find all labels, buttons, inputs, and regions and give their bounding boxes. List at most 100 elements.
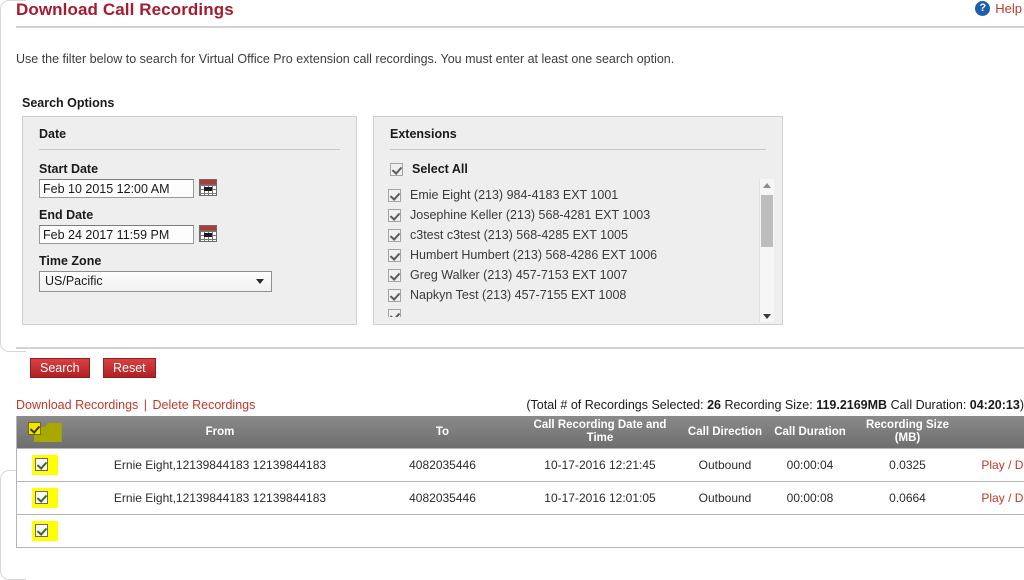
cell-datetime: [518, 515, 683, 548]
cell-actions[interactable]: [963, 515, 1024, 548]
cell-actions[interactable]: Play / Download: [963, 482, 1024, 515]
cell-from: Ernie Eight,12139844183 12139844183: [73, 482, 368, 515]
list-item[interactable]: [388, 305, 766, 317]
extension-checkbox[interactable]: [388, 189, 401, 202]
calendar-icon-end[interactable]: [199, 225, 217, 242]
date-panel: Date Start Date End Date Time Zone US/Pa…: [22, 116, 357, 325]
play-download-link[interactable]: Play / Download: [981, 491, 1024, 505]
list-item[interactable]: Napkyn Test (213) 457-7155 EXT 1008: [388, 285, 766, 305]
table-row: [17, 515, 1024, 548]
time-zone-value: US/Pacific: [45, 274, 103, 288]
list-item[interactable]: Humbert Humbert (213) 568-4286 EXT 1006: [388, 245, 766, 265]
cell-size: [853, 515, 963, 548]
column-header-size[interactable]: Recording Size (MB): [853, 416, 963, 449]
extensions-scrollbar[interactable]: [759, 179, 774, 322]
table-header-row: From To Call Recording Date and Time Cal…: [17, 416, 1024, 449]
extension-checkbox[interactable]: [388, 269, 401, 282]
list-item[interactable]: Josephine Keller (213) 568-4281 EXT 1003: [388, 205, 766, 225]
cell-size: 0.0325: [853, 449, 963, 482]
delete-recordings-link[interactable]: Delete Recordings: [153, 398, 256, 412]
cell-to: 4082035446: [368, 449, 518, 482]
date-panel-divider: [39, 149, 340, 150]
column-header-direction[interactable]: Call Direction: [683, 416, 768, 449]
totals-duration-value: 04:20:13: [970, 398, 1020, 412]
play-download-link[interactable]: Play / Download: [981, 458, 1024, 472]
triangle-down-icon[interactable]: [760, 310, 774, 322]
cell-actions[interactable]: Play / Download: [963, 449, 1024, 482]
list-item[interactable]: Greg Walker (213) 457-7153 EXT 1007: [388, 265, 766, 285]
extension-checkbox[interactable]: [388, 249, 401, 262]
row-select-cell[interactable]: [17, 515, 73, 548]
list-item[interactable]: c3test c3test (213) 568-4285 EXT 1005: [388, 225, 766, 245]
page-content: Download Call Recordings ? Help Use the …: [14, 0, 1024, 526]
select-all-rows-checkbox[interactable]: [28, 422, 41, 435]
search-options-label: Search Options: [22, 96, 114, 110]
extension-label: Josephine Keller (213) 568-4281 EXT 1003: [410, 208, 650, 222]
table-row: Ernie Eight,12139844183 12139844183 4082…: [17, 449, 1024, 482]
search-button[interactable]: Search: [30, 358, 90, 378]
calendar-icon-start[interactable]: [199, 179, 217, 196]
start-date-input[interactable]: [39, 179, 194, 198]
extension-label: Humbert Humbert (213) 568-4286 EXT 1006: [410, 248, 657, 262]
totals-suffix: ): [1020, 398, 1024, 412]
help-link[interactable]: ? Help: [975, 1, 1022, 16]
cell-datetime: 10-17-2016 12:21:45: [518, 449, 683, 482]
time-zone-select[interactable]: US/Pacific: [39, 271, 272, 292]
column-header-duration[interactable]: Call Duration: [768, 416, 853, 449]
cell-duration: 00:00:08: [768, 482, 853, 515]
cell-direction: Outbound: [683, 482, 768, 515]
extensions-panel-divider: [390, 149, 766, 150]
row-checkbox[interactable]: [35, 491, 48, 504]
extension-label: c3test c3test (213) 568-4285 EXT 1005: [410, 228, 628, 242]
extensions-panel-title: Extensions: [390, 127, 457, 141]
totals-prefix: (Total # of Recordings Selected:: [526, 398, 703, 412]
end-date-input[interactable]: [39, 225, 194, 244]
row-select-cell[interactable]: [17, 482, 73, 515]
row-checkbox[interactable]: [35, 458, 48, 471]
column-header-datetime[interactable]: Call Recording Date and Time: [518, 416, 683, 449]
page-header: Download Call Recordings ? Help: [14, 0, 1024, 30]
select-all-checkbox[interactable]: [390, 163, 403, 176]
cell-duration: 00:00:04: [768, 449, 853, 482]
select-all-label: Select All: [412, 162, 468, 176]
help-label: Help: [995, 1, 1022, 16]
extension-label: Napkyn Test (213) 457-7155 EXT 1008: [410, 288, 626, 302]
intro-text: Use the filter below to search for Virtu…: [16, 52, 674, 66]
totals-size-label: Recording Size:: [724, 398, 812, 412]
question-circle-icon: ?: [975, 1, 990, 16]
extension-label: Emie Eight (213) 984-4183 EXT 1001: [410, 188, 618, 202]
select-all-row[interactable]: Select All: [390, 162, 468, 176]
cell-from: Ernie Eight,12139844183 12139844183: [73, 449, 368, 482]
extension-checkbox[interactable]: [388, 229, 401, 242]
column-header-to[interactable]: To: [368, 416, 518, 449]
extension-list: Emie Eight (213) 984-4183 EXT 1001 Josep…: [388, 185, 766, 317]
table-header-select-all[interactable]: [17, 416, 73, 449]
date-panel-title: Date: [39, 127, 66, 141]
section-divider: [16, 347, 1024, 349]
scrollbar-thumb[interactable]: [761, 195, 773, 247]
row-select-cell[interactable]: [17, 449, 73, 482]
download-recordings-link[interactable]: Download Recordings: [16, 398, 138, 412]
recordings-action-links: Download Recordings | Delete Recordings: [16, 398, 255, 412]
time-zone-label: Time Zone: [39, 254, 101, 268]
table-row: Ernie Eight,12139844183 12139844183 4082…: [17, 482, 1024, 515]
extension-checkbox[interactable]: [388, 209, 401, 222]
totals-duration-label: Call Duration:: [891, 398, 967, 412]
extensions-panel: Extensions Select All Emie Eight (213) 9…: [373, 116, 783, 325]
end-date-label: End Date: [39, 208, 93, 222]
column-header-from[interactable]: From: [73, 416, 368, 449]
cell-to: [368, 515, 518, 548]
list-item[interactable]: Emie Eight (213) 984-4183 EXT 1001: [388, 185, 766, 205]
reset-button[interactable]: Reset: [103, 358, 156, 378]
extension-checkbox[interactable]: [388, 289, 401, 302]
cell-to: 4082035446: [368, 482, 518, 515]
recordings-table: From To Call Recording Date and Time Cal…: [16, 416, 1024, 548]
chevron-down-icon: [256, 279, 264, 284]
column-header-actions: [963, 416, 1024, 449]
totals-count: 26: [707, 398, 721, 412]
triangle-up-icon[interactable]: [760, 179, 774, 191]
cell-direction: [683, 515, 768, 548]
extension-label: Greg Walker (213) 457-7153 EXT 1007: [410, 268, 627, 282]
extension-checkbox[interactable]: [388, 309, 401, 318]
totals-size-value: 119.2169MB: [816, 398, 887, 412]
